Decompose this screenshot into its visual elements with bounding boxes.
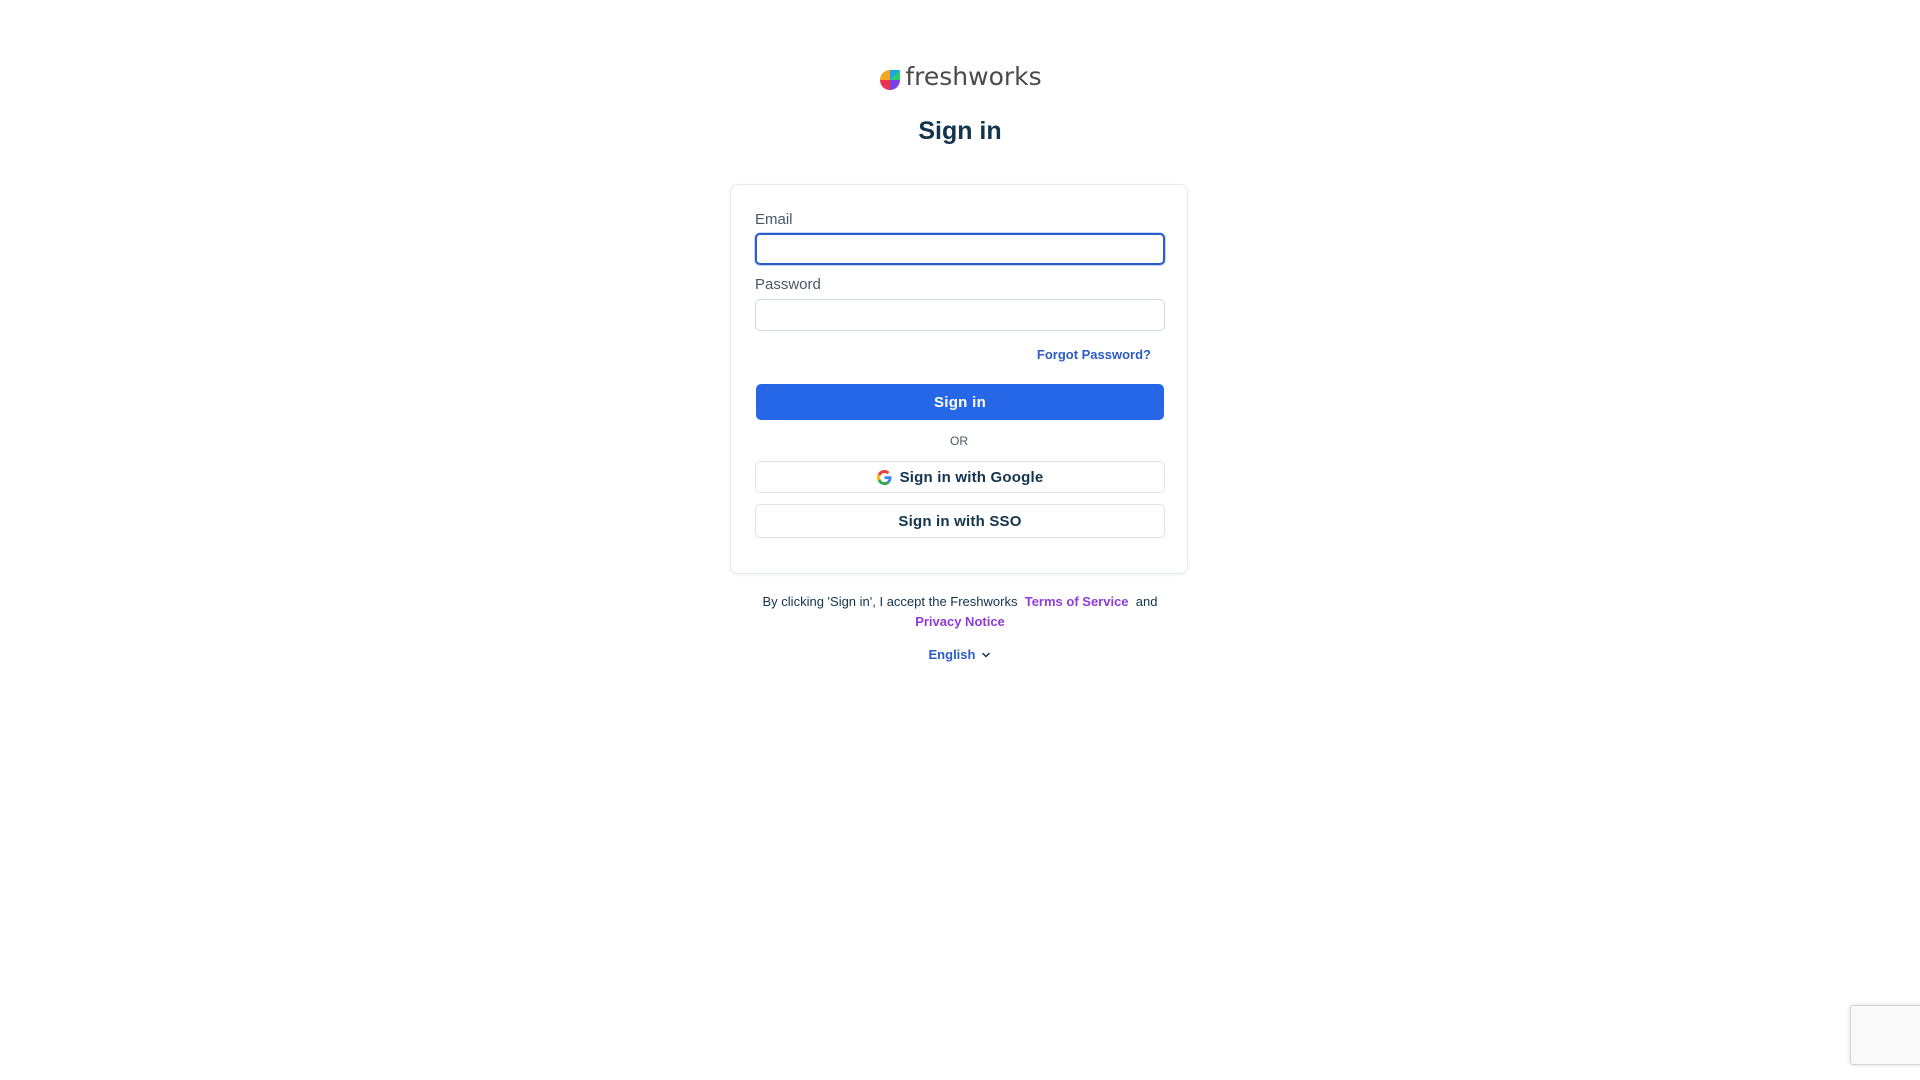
language-selector: English — [0, 647, 1920, 662]
brand-name: freshworks — [905, 61, 1042, 91]
privacy-notice-link[interactable]: Privacy Notice — [915, 614, 1005, 629]
password-label: Password — [755, 276, 821, 293]
privacy-line: Privacy Notice — [0, 614, 1920, 629]
page-title: Sign in — [918, 117, 1002, 145]
signin-page: freshworks Sign in Email Password Forgot… — [0, 0, 1920, 1080]
sso-signin-button[interactable]: Sign in with SSO — [755, 504, 1165, 538]
forgot-password-link[interactable]: Forgot Password? — [1037, 347, 1151, 362]
signin-card: Email Password Forgot Password? Sign in … — [730, 184, 1188, 574]
terms-text: By clicking 'Sign in', I accept the Fres… — [0, 594, 1920, 609]
terms-of-service-link[interactable]: Terms of Service — [1025, 594, 1129, 609]
email-field[interactable] — [755, 233, 1165, 265]
signin-button[interactable]: Sign in — [756, 384, 1164, 420]
or-divider: OR — [950, 434, 968, 448]
terms-and: and — [1135, 594, 1158, 609]
freshworks-logo: freshworks — [0, 60, 1920, 92]
sso-signin-label: Sign in with SSO — [898, 512, 1022, 530]
chevron-down-icon — [982, 652, 991, 657]
freshworks-logo-icon — [880, 70, 901, 90]
language-selected: English — [928, 647, 976, 662]
recaptcha-badge[interactable] — [1850, 1005, 1920, 1065]
terms-prefix: By clicking 'Sign in', I accept the Fres… — [762, 594, 1018, 609]
google-icon — [876, 469, 892, 485]
password-field[interactable] — [755, 299, 1165, 331]
google-signin-button[interactable]: Sign in with Google — [755, 461, 1165, 493]
google-signin-label: Sign in with Google — [899, 468, 1044, 486]
language-dropdown[interactable]: English — [929, 647, 992, 662]
email-label: Email — [755, 211, 793, 228]
